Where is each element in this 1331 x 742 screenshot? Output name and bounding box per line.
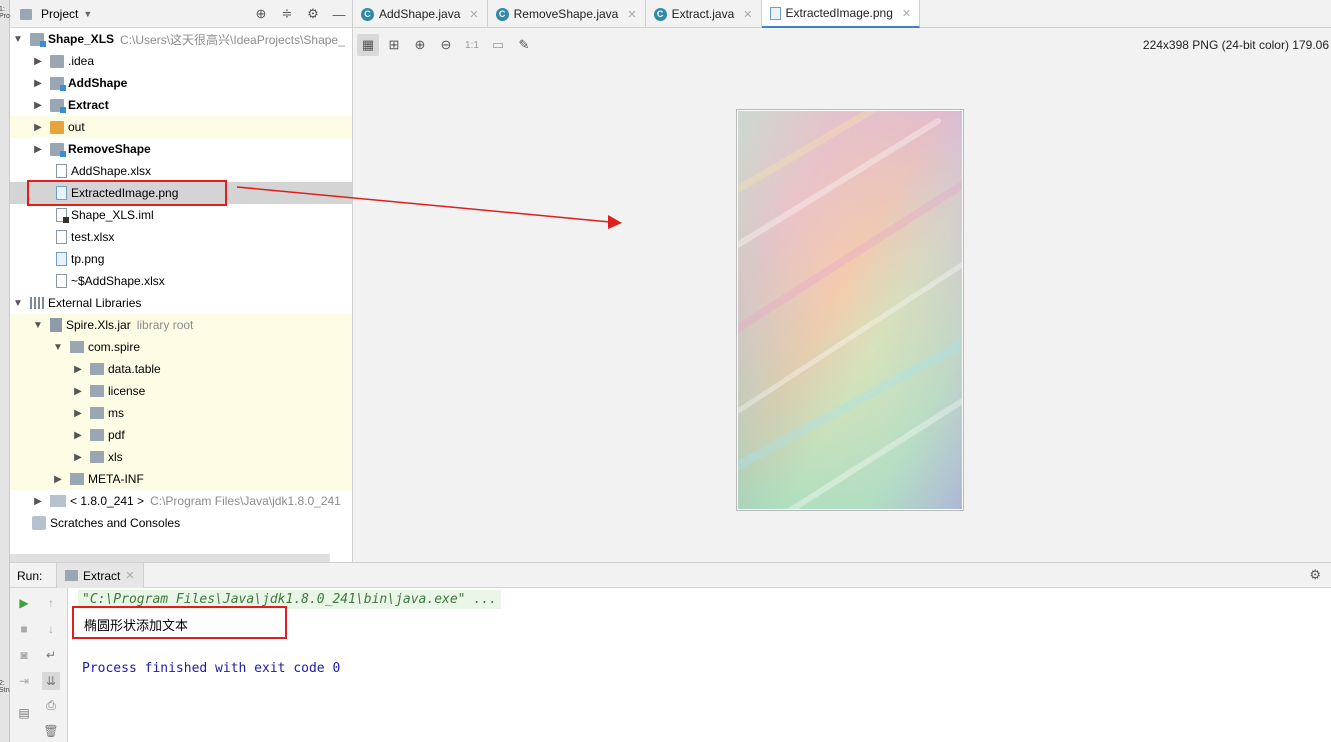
up-arrow-icon[interactable]: ↑ <box>42 594 60 612</box>
run-panel-header: Run: Extract ✕ ⚙ <box>10 562 1331 588</box>
down-arrow-icon[interactable]: ↓ <box>42 620 60 638</box>
camera-icon[interactable]: ◙ <box>15 646 33 664</box>
close-icon[interactable]: ✕ <box>125 569 134 582</box>
print-icon[interactable]: ⎙ <box>42 696 60 714</box>
scroll-to-end-icon[interactable]: ⇊ <box>42 672 60 690</box>
annotation-box-output <box>72 606 287 639</box>
console-icon <box>65 570 78 581</box>
layout-icon[interactable]: ▤ <box>15 704 33 722</box>
trash-icon[interactable]: 🗑 <box>42 722 60 740</box>
soft-wrap-icon[interactable]: ↵ <box>42 646 60 664</box>
run-tab-extract[interactable]: Extract ✕ <box>56 563 144 588</box>
login-icon[interactable]: ⇥ <box>15 672 33 690</box>
rerun-icon[interactable]: ▶ <box>15 594 33 612</box>
run-tab-label: Extract <box>83 568 121 583</box>
gear-icon[interactable]: ⚙ <box>1309 567 1321 583</box>
stop-icon[interactable]: ■ <box>15 620 33 638</box>
run-toolbar: ▶ ↑ ■ ↓ ◙ ↵ ⇥ ⇊ ▤ ⎙ 🗑 <box>10 588 68 742</box>
console-process-finished: Process finished with exit code 0 <box>82 661 341 676</box>
run-label: Run: <box>17 569 43 583</box>
